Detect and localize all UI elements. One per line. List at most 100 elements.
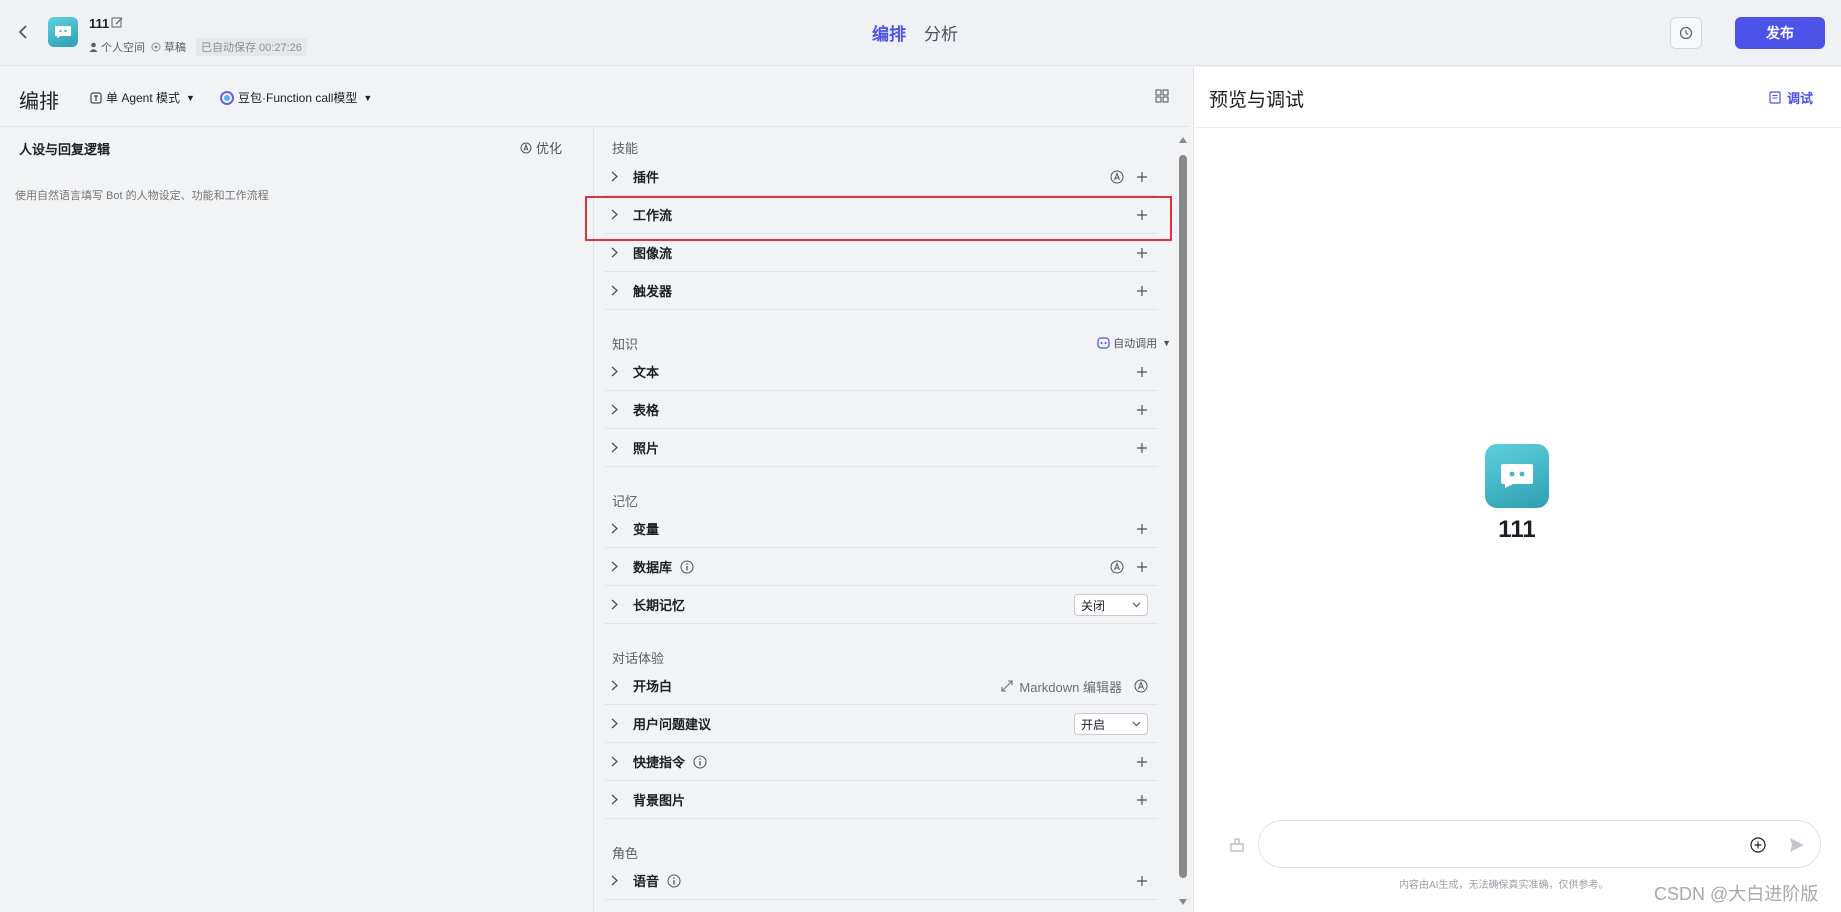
debug-button[interactable]: 调试 [1769, 88, 1813, 107]
add-imageflow-icon[interactable] [1136, 247, 1148, 259]
bot-name: 111 [89, 16, 110, 31]
info-icon[interactable] [667, 874, 681, 888]
space-label: 个人空间 [89, 39, 145, 55]
chevron-right-icon [611, 561, 623, 572]
add-database-icon[interactable] [1136, 561, 1148, 573]
top-tabs: 编排 分析 [872, 20, 958, 45]
expand-icon [1001, 680, 1013, 692]
chevron-right-icon [611, 209, 623, 220]
row-opening[interactable]: 开场白 Markdown 编辑器 [605, 667, 1158, 705]
add-attachment-icon[interactable] [1750, 837, 1766, 853]
top-bar: 111 个人空间 草稿 已自动保存 00:27:26 编排 分析 发布 [0, 0, 1841, 66]
auto-call-select[interactable]: 自动调用 ▼ [1097, 335, 1171, 351]
long-term-memory-select[interactable]: 关闭 [1074, 594, 1148, 616]
add-variable-icon[interactable] [1136, 523, 1148, 535]
row-long-term-memory[interactable]: 长期记忆 关闭 [605, 586, 1158, 624]
draft-label: 草稿 [151, 39, 186, 55]
model-select[interactable]: 豆包·Function call模型 ▼ [220, 89, 372, 106]
chevron-right-icon [611, 680, 623, 691]
preview-panel: 预览与调试 调试 111 内容由AI生成，无法确保真实准确，仅供参考。 [1193, 67, 1841, 912]
chevron-right-icon [611, 718, 623, 729]
add-shortcut-icon[interactable] [1136, 756, 1148, 768]
chevron-right-icon [611, 756, 623, 767]
bot-meta: 个人空间 草稿 已自动保存 00:27:26 [89, 38, 307, 56]
skills-panel: 技能 插件 工作流 图像流 触发器 知识 自动调用 ▼ 文本 表格 照片 记忆 … [595, 127, 1188, 912]
layout-grid-icon[interactable] [1155, 89, 1171, 105]
question-suggest-select[interactable]: 开启 [1074, 713, 1148, 735]
row-text[interactable]: 文本 [605, 353, 1158, 391]
chevron-right-icon [611, 171, 623, 182]
chevron-right-icon [611, 875, 623, 886]
mode-icon [90, 92, 102, 103]
caret-down-icon: ▼ [363, 92, 373, 103]
bot-avatar[interactable] [48, 17, 78, 47]
bot-avatar-large [1485, 444, 1549, 508]
add-trigger-icon[interactable] [1136, 285, 1148, 297]
chevron-right-icon [611, 599, 623, 610]
row-table[interactable]: 表格 [605, 391, 1158, 429]
chevron-right-icon [611, 523, 623, 534]
row-shortcut[interactable]: 快捷指令 [605, 743, 1158, 781]
agent-mode-select[interactable]: 单 Agent 模式 ▼ [90, 89, 195, 106]
row-voice[interactable]: 语音 [605, 862, 1158, 900]
add-background-icon[interactable] [1136, 794, 1148, 806]
skills-scrollbar[interactable] [1178, 135, 1188, 912]
watermark: CSDN @大白进阶版 [1654, 884, 1819, 904]
send-icon[interactable] [1788, 836, 1806, 854]
add-plugin-icon[interactable] [1136, 171, 1148, 183]
tab-analysis[interactable]: 分析 [924, 20, 958, 45]
row-photo[interactable]: 照片 [605, 429, 1158, 467]
persona-input[interactable] [15, 187, 575, 887]
draft-icon [151, 42, 161, 52]
user-icon [89, 42, 98, 52]
caret-down-icon: ▼ [1162, 338, 1171, 348]
add-workflow-icon[interactable] [1136, 209, 1148, 221]
edit-header: 编排 单 Agent 模式 ▼ 豆包·Function call模型 ▼ [0, 67, 1188, 127]
chevron-down-icon [1132, 721, 1141, 727]
doubao-logo-icon [220, 90, 234, 105]
chat-input-box [1258, 820, 1821, 868]
model-label: 豆包·Function call模型 [238, 91, 358, 105]
auto-a-icon [1110, 560, 1124, 574]
clear-history-icon[interactable] [1228, 835, 1246, 853]
scroll-down-arrow-icon[interactable] [1178, 897, 1188, 907]
row-trigger[interactable]: 触发器 [605, 272, 1158, 310]
debug-doc-icon [1769, 91, 1781, 104]
add-photo-icon[interactable] [1136, 442, 1148, 454]
row-database[interactable]: 数据库 [605, 548, 1158, 586]
optimize-button[interactable]: 优化 [520, 138, 562, 157]
tab-orchestrate[interactable]: 编排 [872, 20, 906, 45]
chevron-right-icon [611, 404, 623, 415]
autosave-status: 已自动保存 00:27:26 [196, 38, 307, 56]
row-background-image[interactable]: 背景图片 [605, 781, 1158, 819]
preview-divider [1194, 127, 1841, 128]
optimize-icon [520, 142, 532, 153]
scrollbar-thumb[interactable] [1179, 155, 1187, 878]
history-icon[interactable] [1670, 17, 1702, 49]
scroll-up-arrow-icon[interactable] [1178, 135, 1188, 145]
bot-name-large: 111 [1498, 516, 1536, 543]
row-imageflow[interactable]: 图像流 [605, 234, 1158, 272]
info-icon[interactable] [680, 560, 694, 574]
persona-panel: 人设与回复逻辑 优化 [0, 127, 594, 912]
chat-input[interactable] [1277, 833, 1727, 857]
row-question-suggest[interactable]: 用户问题建议 开启 [605, 705, 1158, 743]
agent-mode-label: 单 Agent 模式 [106, 91, 181, 105]
add-text-icon[interactable] [1136, 366, 1148, 378]
chevron-right-icon [611, 442, 623, 453]
publish-button[interactable]: 发布 [1735, 17, 1825, 49]
section-role: 角色 [612, 846, 639, 861]
edit-icon[interactable] [111, 16, 125, 30]
row-variable[interactable]: 变量 [605, 510, 1158, 548]
info-icon[interactable] [693, 755, 707, 769]
chevron-right-icon [611, 247, 623, 258]
add-voice-icon[interactable] [1136, 875, 1148, 887]
section-knowledge: 知识 [612, 337, 639, 352]
back-arrow-icon[interactable] [12, 20, 36, 44]
persona-title: 人设与回复逻辑 [19, 142, 111, 157]
add-table-icon[interactable] [1136, 404, 1148, 416]
chevron-down-icon [1132, 602, 1141, 608]
markdown-editor-button[interactable]: Markdown 编辑器 [1001, 677, 1122, 696]
row-plugins[interactable]: 插件 [605, 158, 1158, 196]
row-workflow[interactable]: 工作流 [605, 196, 1158, 234]
